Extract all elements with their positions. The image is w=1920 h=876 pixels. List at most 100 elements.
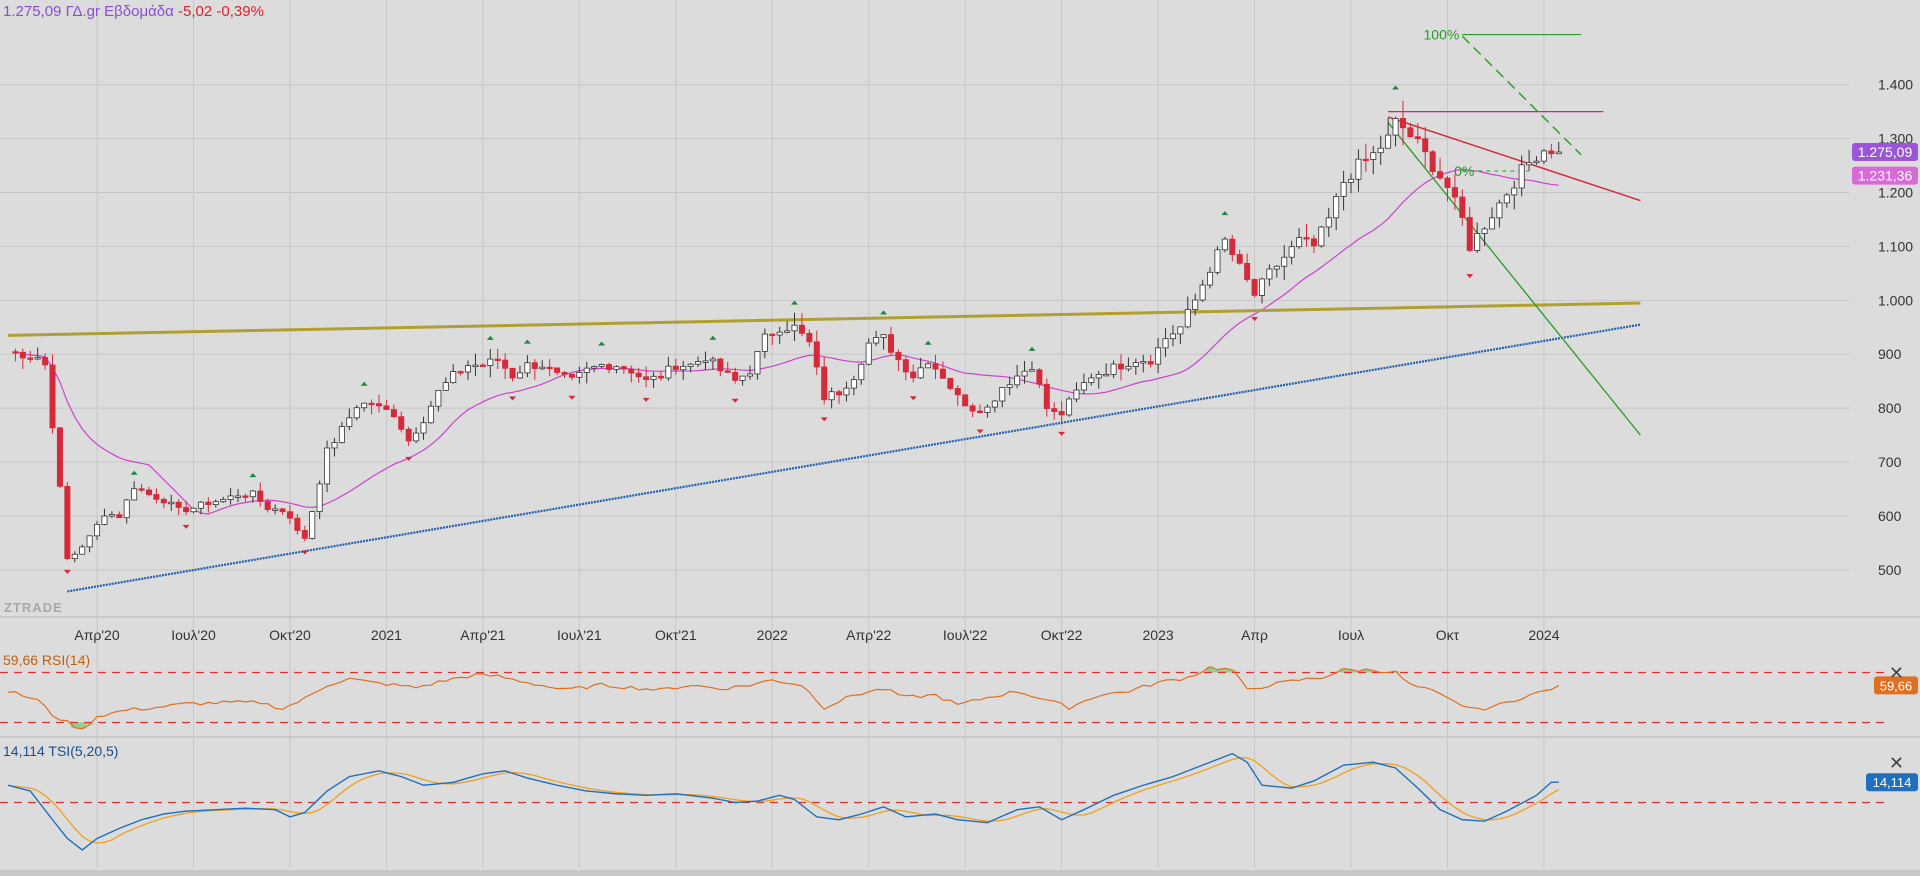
candle-body [220,499,227,503]
candle [1370,145,1377,175]
scroll-track[interactable] [0,870,1920,876]
candle-body [568,373,575,378]
candle-body [294,517,301,531]
swing-low-marker [976,429,984,434]
candle-body [205,501,212,505]
candle [1251,278,1258,298]
candle-body [650,375,657,380]
candle [1437,158,1444,181]
candle [123,498,130,524]
candle-body [1466,217,1473,251]
tsi-close-icon[interactable]: ✕ [1889,754,1904,772]
candle [227,488,234,505]
candle-body [153,494,160,500]
candle [1511,181,1518,210]
candle-body [546,366,553,370]
candle [1325,207,1332,238]
svg-text:1.275,09: 1.275,09 [1858,144,1913,160]
candle-body [160,498,167,504]
candle-body [1014,375,1021,386]
chart-canvas[interactable]: 5006007008009001.0001.1001.2001.3001.400… [0,0,1920,876]
swing-high-marker [360,381,368,386]
candle [1162,328,1169,358]
candle-body [583,367,590,373]
candle [27,350,34,363]
candle-body [272,508,279,511]
candle-body [183,507,190,513]
candle [984,404,991,418]
candle [568,373,575,381]
candle [42,353,49,370]
candle-body [672,365,679,371]
x-tick-label: Ιουλ'21 [557,627,602,643]
y-tick-label: 700 [1878,454,1902,470]
candle-body [821,366,828,401]
x-tick-label: 2023 [1143,627,1174,643]
candle-body [1244,262,1251,280]
candle [390,404,397,419]
swing-low-marker [1058,431,1066,436]
candle-body [1118,363,1125,370]
candle-body [962,394,969,407]
candle [465,360,472,380]
candle [620,365,627,374]
rsi-close-icon[interactable]: ✕ [1889,664,1904,682]
y-tick-label: 1.100 [1878,238,1913,254]
candle [531,359,538,380]
candle-body [1155,347,1162,365]
candle [19,348,26,369]
candle [1147,354,1154,368]
fib-descending-line [1387,122,1641,436]
candle [672,358,679,375]
candle [1095,370,1102,389]
x-tick-label: Οκτ [1436,627,1460,643]
candle [160,497,167,509]
candle-body [1362,158,1369,162]
y-tick-label: 500 [1878,562,1902,578]
candle [509,367,516,382]
candle [1296,228,1303,249]
candle [56,426,63,488]
candle [695,356,702,367]
candle-body [435,389,442,407]
candle [1340,170,1347,211]
candle [554,367,561,376]
candle-body [858,363,865,381]
header-change: -5,02 [178,3,213,20]
candle [1429,150,1436,176]
header-symbol[interactable]: ΓΔ.gr [66,3,100,20]
candle-body [390,409,397,418]
x-tick-label: Απρ [1241,627,1268,643]
swing-low-marker [642,397,650,402]
candle [1555,141,1562,155]
header-change-pct: -0,39% [216,3,264,20]
candle [338,422,345,444]
candle-body [1496,202,1503,219]
x-tick-label: Απρ'21 [460,627,505,643]
candle-body [1006,384,1013,388]
swing-high-marker [1221,211,1229,216]
header-period[interactable]: Εβδομάδα [104,3,174,20]
candle-body [413,432,420,442]
candle [1199,279,1206,303]
fib-100-label: 100% [1424,27,1460,43]
candle-body [398,416,405,430]
candle [598,363,605,369]
candle-body [984,406,991,413]
x-tick-label: Οκτ'20 [269,627,311,643]
candle [1169,325,1176,347]
candle-body [554,367,561,373]
candle-body [598,364,605,367]
candle-body [235,495,242,498]
candle [1392,116,1399,147]
candle [205,497,212,513]
candle-body [606,364,613,370]
candle [873,330,880,347]
candle-body [1318,226,1325,247]
candle-body [1207,271,1214,286]
swing-high-marker [880,310,888,315]
candle [94,520,101,541]
candle [1466,206,1473,252]
candle-body [465,365,472,373]
candle [257,482,264,507]
